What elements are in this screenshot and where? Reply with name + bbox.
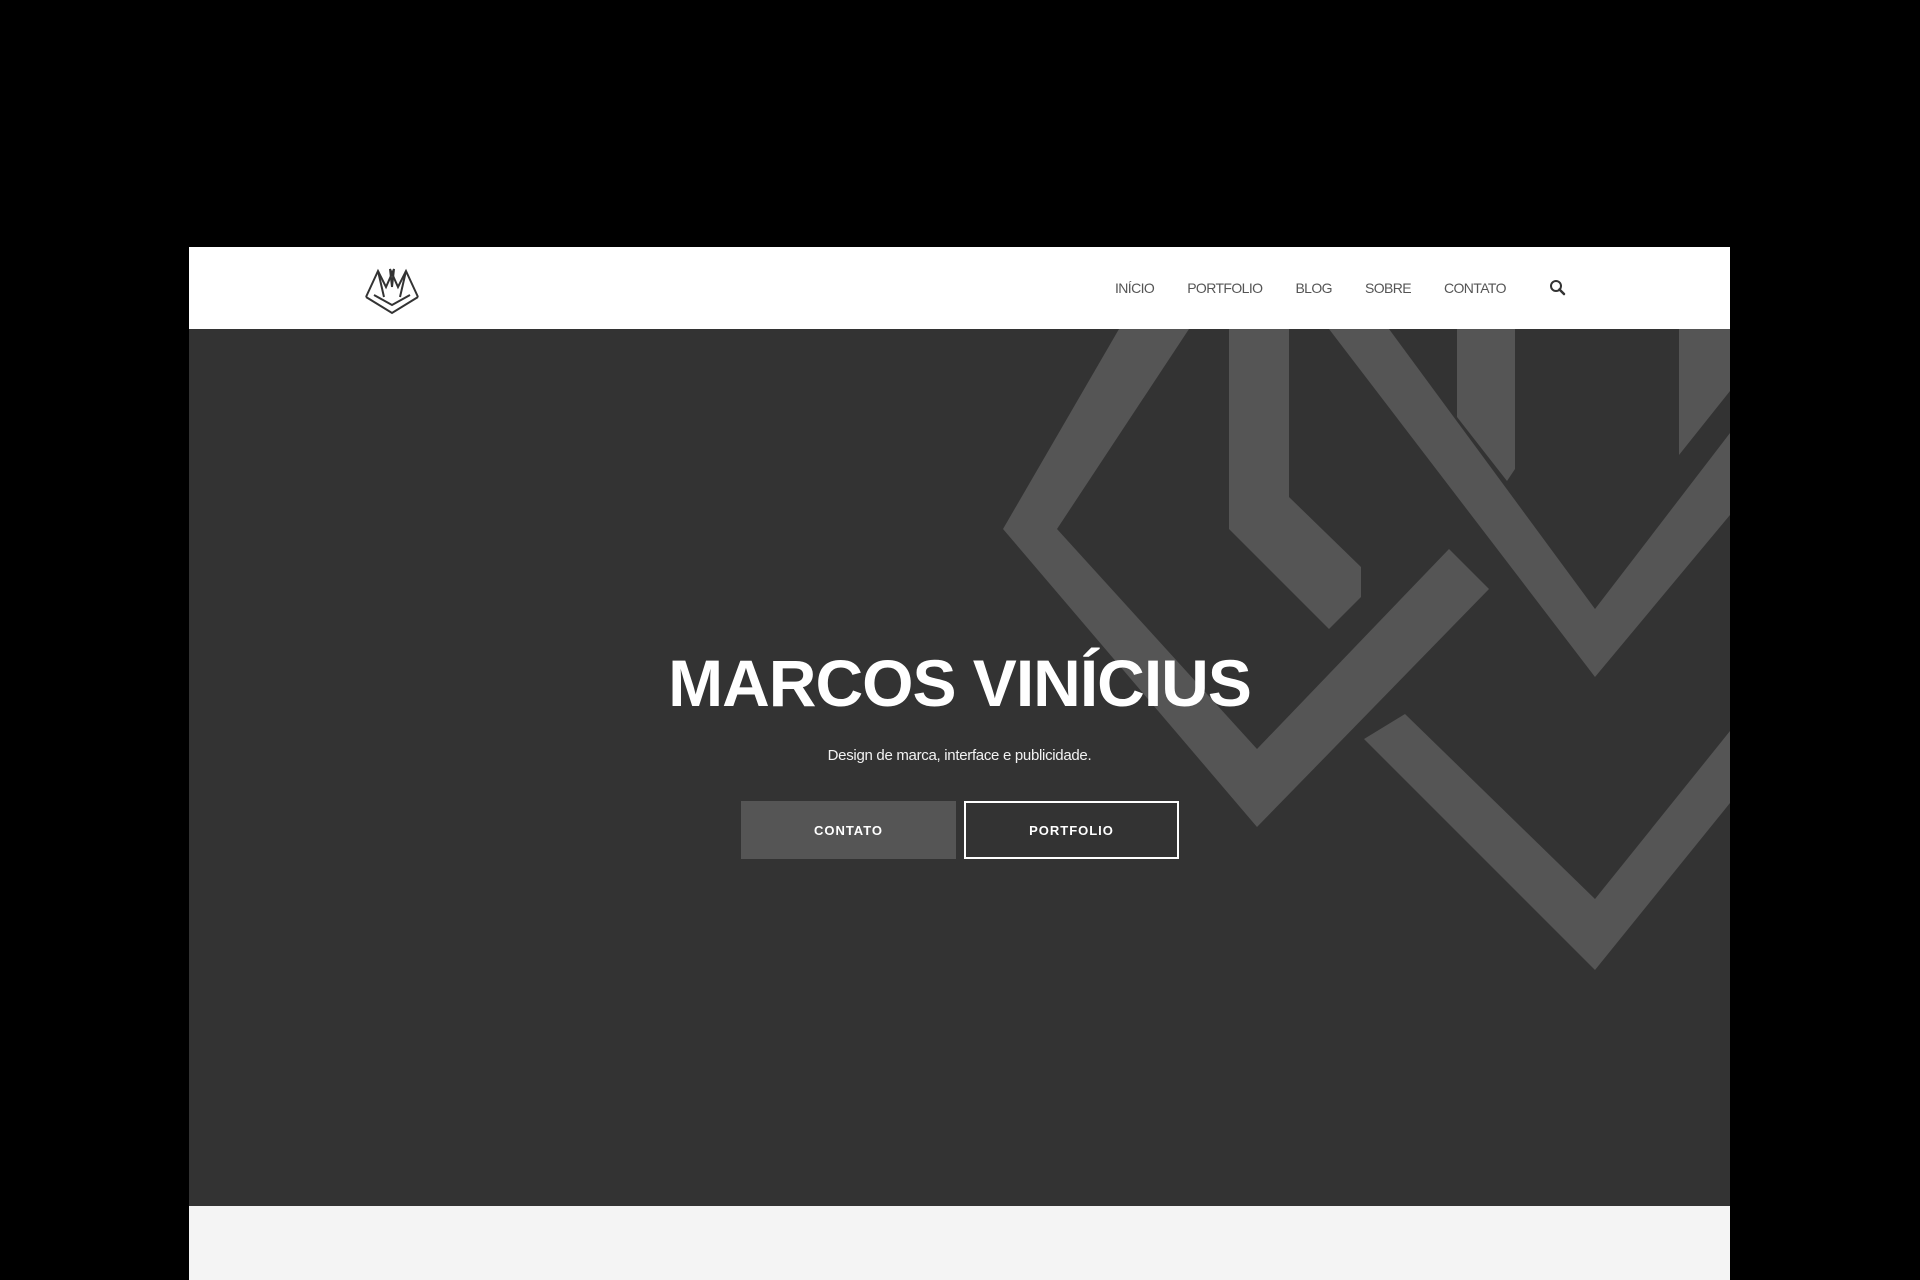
website-mockup: INÍCIO PORTFOLIO BLOG SOBRE CONTATO MARC… — [189, 247, 1730, 1280]
next-section — [189, 1206, 1730, 1280]
nav-sobre[interactable]: SOBRE — [1365, 280, 1412, 296]
nav-portfolio[interactable]: PORTFOLIO — [1187, 280, 1263, 296]
main-nav: INÍCIO PORTFOLIO BLOG SOBRE CONTATO — [1115, 247, 1539, 329]
hero-section: MARCOS VINÍCIUS Design de marca, interfa… — [189, 329, 1730, 1206]
nav-contato[interactable]: CONTATO — [1444, 280, 1507, 296]
nav-inicio[interactable]: INÍCIO — [1115, 280, 1155, 296]
hero-background-pattern — [1003, 329, 1730, 970]
contato-button[interactable]: CONTATO — [741, 801, 956, 859]
hero-title: MARCOS VINÍCIUS — [668, 646, 1252, 720]
nav-blog[interactable]: BLOG — [1295, 280, 1332, 296]
hero-subtitle: Design de marca, interface e publicidade… — [827, 747, 1092, 764]
logo-mv-icon[interactable] — [364, 263, 420, 315]
portfolio-button[interactable]: PORTFOLIO — [964, 801, 1179, 859]
navbar: INÍCIO PORTFOLIO BLOG SOBRE CONTATO — [189, 247, 1730, 329]
search-icon[interactable] — [1548, 278, 1568, 298]
